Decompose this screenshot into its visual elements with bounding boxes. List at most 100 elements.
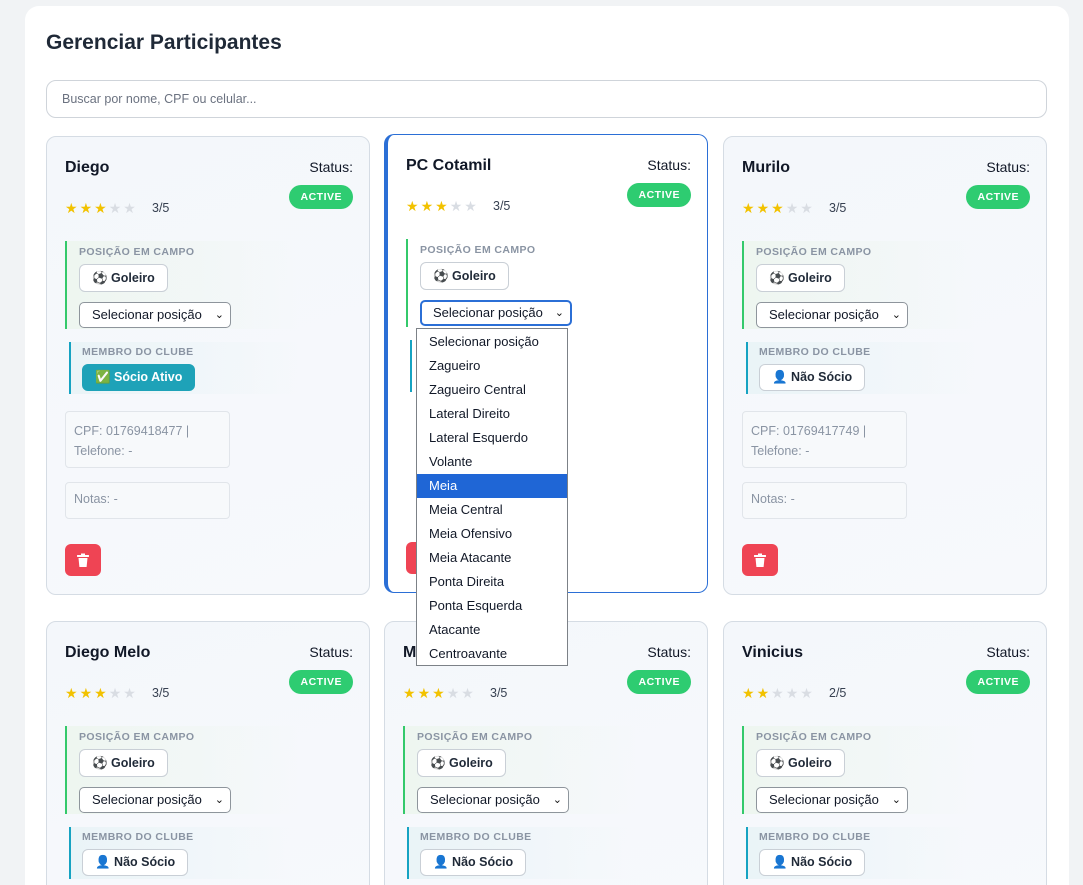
club-section-title: MEMBRO DO CLUBE <box>420 831 532 843</box>
star-empty-icon: ★ <box>464 198 479 214</box>
dropdown-option[interactable]: Meia Ofensivo <box>417 522 567 546</box>
participant-card: Diego Melo Status: ACTIVE ★★★★★ 3/5 POSI… <box>46 621 370 885</box>
rating-stars: ★★★★★ <box>742 685 815 702</box>
status-badge: ACTIVE <box>289 185 353 209</box>
star-empty-icon: ★ <box>461 685 476 701</box>
dropdown-option[interactable]: Meia <box>417 474 567 498</box>
club-section-title: MEMBRO DO CLUBE <box>82 346 194 358</box>
dropdown-option[interactable]: Selecionar posição <box>417 330 567 354</box>
position-chip[interactable]: ⚽ Goleiro <box>756 264 845 292</box>
position-select[interactable]: Selecionar posição ⌄ <box>79 302 231 328</box>
position-select[interactable]: Selecionar posição ⌄ <box>756 302 908 328</box>
star-empty-icon: ★ <box>108 685 124 701</box>
chevron-down-icon: ⌄ <box>891 794 901 806</box>
position-dropdown-list[interactable]: Selecionar posição Zagueiro Zagueiro Centr… <box>416 328 568 666</box>
position-chip[interactable]: ⚽ Goleiro <box>417 749 506 777</box>
participant-name: Diego <box>65 159 110 176</box>
club-section-title: MEMBRO DO CLUBE <box>759 346 871 358</box>
position-section: POSIÇÃO EM CAMPO ⚽ Goleiro Selecionar po… <box>742 726 1032 814</box>
status-badge: ACTIVE <box>966 185 1030 209</box>
status-label: Status: <box>647 644 691 660</box>
delete-button[interactable] <box>65 544 101 576</box>
star-filled-icon: ★ <box>65 685 80 701</box>
status-label: Status: <box>986 644 1030 660</box>
star-filled-icon: ★ <box>94 200 109 216</box>
page-title: Gerenciar Participantes <box>46 31 282 54</box>
rating-score: 3/5 <box>490 686 508 700</box>
star-filled-icon: ★ <box>65 200 80 216</box>
notes-box: Notas: - <box>65 482 230 519</box>
position-select-value: Selecionar posição <box>92 792 202 807</box>
position-select[interactable]: Selecionar posição ⌄ <box>420 300 572 326</box>
star-filled-icon: ★ <box>406 198 421 214</box>
star-filled-icon: ★ <box>432 685 447 701</box>
club-status-button[interactable]: 👤 Não Sócio <box>759 364 866 391</box>
participant-name: Murilo <box>742 159 790 176</box>
star-empty-icon: ★ <box>446 685 462 701</box>
participant-name: Vinicius <box>742 644 804 661</box>
chevron-down-icon: ⌄ <box>552 794 562 806</box>
rating-score: 3/5 <box>152 201 170 215</box>
dropdown-option[interactable]: Meia Atacante <box>417 546 567 570</box>
club-status-button[interactable]: 👤 Não Sócio <box>420 849 527 876</box>
position-select[interactable]: Selecionar posição ⌄ <box>756 787 908 813</box>
status-badge: ACTIVE <box>966 670 1030 694</box>
dropdown-option[interactable]: Ponta Direita <box>417 570 567 594</box>
star-filled-icon: ★ <box>756 685 772 701</box>
position-chip[interactable]: ⚽ Goleiro <box>756 749 845 777</box>
club-section: MEMBRO DO CLUBE 👤 Não Sócio <box>746 342 1032 394</box>
rating-stars: ★★★★★ <box>406 198 479 215</box>
club-status-button[interactable]: 👤 Não Sócio <box>82 849 189 876</box>
status-badge: ACTIVE <box>627 670 691 694</box>
rating-score: 2/5 <box>829 686 847 700</box>
star-filled-icon: ★ <box>403 685 418 701</box>
position-chip[interactable]: ⚽ Goleiro <box>420 262 509 290</box>
dropdown-option[interactable]: Ponta Esquerda <box>417 594 567 618</box>
contact-info: CPF: 01769418477 | Telefone: - <box>65 411 230 468</box>
chevron-down-icon: ⌄ <box>554 307 564 319</box>
position-section: POSIÇÃO EM CAMPO ⚽ Goleiro Selecionar po… <box>742 241 1032 329</box>
star-empty-icon: ★ <box>123 685 138 701</box>
position-chip[interactable]: ⚽ Goleiro <box>79 749 168 777</box>
star-empty-icon: ★ <box>771 685 786 701</box>
position-chip[interactable]: ⚽ Goleiro <box>79 264 168 292</box>
dropdown-option[interactable]: Lateral Esquerdo <box>417 426 567 450</box>
star-filled-icon: ★ <box>742 685 757 701</box>
dropdown-option[interactable]: Zagueiro Central <box>417 378 567 402</box>
dropdown-option[interactable]: Centroavante <box>417 642 567 666</box>
phone-text: Telefone: - <box>74 444 133 458</box>
position-select[interactable]: Selecionar posição ⌄ <box>79 787 231 813</box>
search-input[interactable] <box>46 80 1047 118</box>
star-empty-icon: ★ <box>800 200 815 216</box>
position-section-title: POSIÇÃO EM CAMPO <box>79 246 195 258</box>
star-filled-icon: ★ <box>94 685 109 701</box>
position-section: POSIÇÃO EM CAMPO ⚽ Goleiro Selecionar po… <box>65 241 355 329</box>
club-status-button[interactable]: ✅ Sócio Ativo <box>82 364 196 391</box>
delete-button[interactable] <box>742 544 778 576</box>
cpf-text: CPF: 01769417749 | <box>751 424 867 438</box>
status-badge: ACTIVE <box>627 183 691 207</box>
club-section: MEMBRO DO CLUBE 👤 Não Sócio <box>407 827 693 879</box>
star-empty-icon: ★ <box>108 200 124 216</box>
status-label: Status: <box>986 159 1030 175</box>
club-status-button[interactable]: 👤 Não Sócio <box>759 849 866 876</box>
status-label: Status: <box>309 159 353 175</box>
rating-score: 3/5 <box>152 686 170 700</box>
rating-stars: ★★★★★ <box>742 200 815 217</box>
dropdown-option[interactable]: Zagueiro <box>417 354 567 378</box>
dropdown-option[interactable]: Lateral Direito <box>417 402 567 426</box>
position-section-title: POSIÇÃO EM CAMPO <box>756 246 872 258</box>
club-section-title: MEMBRO DO CLUBE <box>82 831 194 843</box>
status-label: Status: <box>309 644 353 660</box>
club-section: MEMBRO DO CLUBE ✅ Sócio Ativo <box>69 342 355 394</box>
participant-name: M <box>403 644 417 661</box>
position-select[interactable]: Selecionar posição ⌄ <box>417 787 569 813</box>
dropdown-option[interactable]: Volante <box>417 450 567 474</box>
position-section-title: POSIÇÃO EM CAMPO <box>79 731 195 743</box>
contact-info: CPF: 01769417749 | Telefone: - <box>742 411 907 468</box>
dropdown-option[interactable]: Meia Central <box>417 498 567 522</box>
dropdown-option[interactable]: Atacante <box>417 618 567 642</box>
star-empty-icon: ★ <box>800 685 815 701</box>
rating-score: 3/5 <box>829 201 847 215</box>
star-filled-icon: ★ <box>742 200 757 216</box>
